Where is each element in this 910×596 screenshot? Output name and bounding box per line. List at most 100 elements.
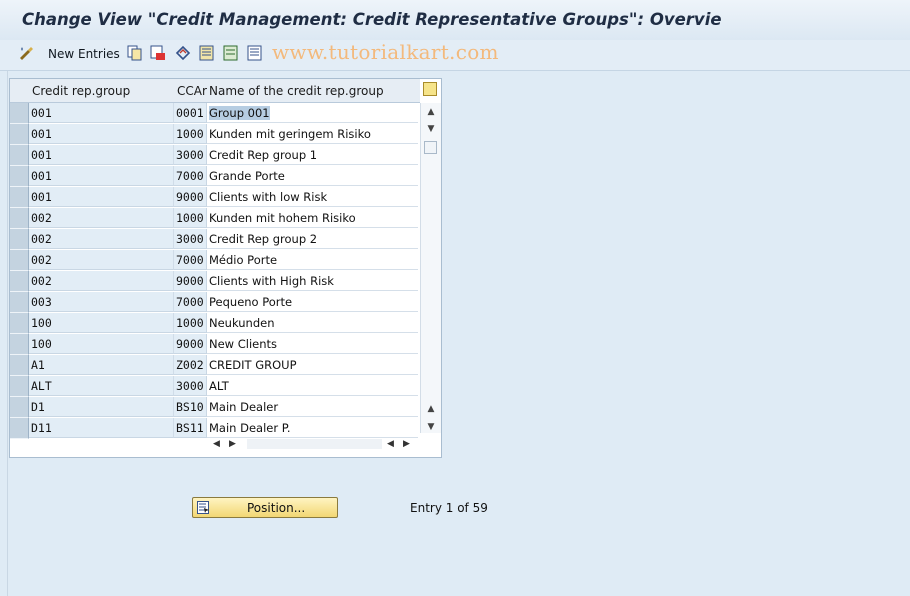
cell-name[interactable]: New Clients bbox=[207, 334, 418, 354]
position-button[interactable]: Position... bbox=[192, 497, 338, 518]
table-row[interactable]: 002 3000 Credit Rep group 2 bbox=[10, 229, 420, 250]
cell-name[interactable]: Main Dealer bbox=[207, 397, 418, 417]
cell-name[interactable]: Kunden mit hohem Risiko bbox=[207, 208, 418, 228]
cell-name[interactable]: ALT bbox=[207, 376, 418, 396]
credit-rep-groups-table: Credit rep.group CCAr Name of the credit… bbox=[9, 78, 442, 458]
cell-name[interactable]: Grande Porte bbox=[207, 166, 418, 186]
window-title: Change View "Credit Management: Credit R… bbox=[22, 10, 722, 29]
table-row[interactable]: 002 1000 Kunden mit hohem Risiko bbox=[10, 208, 420, 229]
cell-ccar: 7000 bbox=[174, 250, 207, 270]
cell-ccar: BS10 bbox=[174, 397, 207, 417]
column-header-name[interactable]: Name of the credit rep.group bbox=[209, 84, 384, 98]
scroll-right-end-icon[interactable]: ▶ bbox=[403, 439, 410, 449]
table-row[interactable]: 001 3000 Credit Rep group 1 bbox=[10, 145, 420, 166]
cell-name[interactable]: Clients with High Risk bbox=[207, 271, 418, 291]
row-selector[interactable] bbox=[10, 103, 29, 124]
cell-name-text: ALT bbox=[209, 379, 229, 393]
row-selector[interactable] bbox=[10, 229, 29, 250]
title-bar: Change View "Credit Management: Credit R… bbox=[0, 0, 910, 40]
row-selector[interactable] bbox=[10, 187, 29, 208]
table-row[interactable]: 001 0001 Group 001 bbox=[10, 103, 420, 124]
row-selector[interactable] bbox=[10, 124, 29, 145]
cell-name[interactable]: Kunden mit geringem Risiko bbox=[207, 124, 418, 144]
delete-icon[interactable] bbox=[150, 45, 166, 61]
cell-ccar: BS11 bbox=[174, 418, 207, 438]
horizontal-scrollbar[interactable]: ◀ ▶ ◀ ▶ bbox=[207, 435, 420, 453]
application-toolbar: New Entries www.tutorialkart.com bbox=[0, 40, 910, 71]
deselect-all-icon[interactable] bbox=[247, 45, 263, 61]
cell-name[interactable]: Pequeno Porte bbox=[207, 292, 418, 312]
table-row[interactable]: A1 Z002 CREDIT GROUP bbox=[10, 355, 420, 376]
row-selector[interactable] bbox=[10, 271, 29, 292]
row-selector[interactable] bbox=[10, 166, 29, 187]
cell-credit-rep-group: 001 bbox=[29, 166, 174, 186]
scroll-right-icon[interactable]: ▶ bbox=[229, 439, 236, 449]
table-row[interactable]: D1 BS10 Main Dealer bbox=[10, 397, 420, 418]
cell-credit-rep-group: 002 bbox=[29, 208, 174, 228]
cell-name[interactable]: Group 001 bbox=[207, 103, 418, 123]
table-row[interactable]: 100 9000 New Clients bbox=[10, 334, 420, 355]
row-selector[interactable] bbox=[10, 145, 29, 166]
entry-counter: Entry 1 of 59 bbox=[410, 501, 488, 515]
table-row[interactable]: 100 1000 Neukunden bbox=[10, 313, 420, 334]
row-selector[interactable] bbox=[10, 376, 29, 397]
cell-ccar: 1000 bbox=[174, 313, 207, 333]
cell-credit-rep-group: 001 bbox=[29, 124, 174, 144]
row-selector[interactable] bbox=[10, 355, 29, 376]
select-all-icon[interactable] bbox=[199, 45, 215, 61]
row-selector[interactable] bbox=[10, 250, 29, 271]
table-row[interactable]: 002 7000 Médio Porte bbox=[10, 250, 420, 271]
cell-ccar: 1000 bbox=[174, 124, 207, 144]
table-row[interactable]: 001 9000 Clients with low Risk bbox=[10, 187, 420, 208]
select-block-icon[interactable] bbox=[223, 45, 239, 61]
cell-name[interactable]: Clients with low Risk bbox=[207, 187, 418, 207]
cell-name-text: Grande Porte bbox=[209, 169, 285, 183]
cell-name-text: New Clients bbox=[209, 337, 278, 351]
row-selector[interactable] bbox=[10, 397, 29, 418]
cell-ccar: 9000 bbox=[174, 187, 207, 207]
cell-credit-rep-group: A1 bbox=[29, 355, 174, 375]
cell-credit-rep-group: 100 bbox=[29, 334, 174, 354]
scroll-page-up-icon[interactable]: ▲ bbox=[425, 403, 437, 415]
cell-name[interactable]: CREDIT GROUP bbox=[207, 355, 418, 375]
cell-name[interactable]: Neukunden bbox=[207, 313, 418, 333]
row-selector[interactable] bbox=[10, 292, 29, 313]
table-row[interactable]: 001 1000 Kunden mit geringem Risiko bbox=[10, 124, 420, 145]
cell-name-text: Group 001 bbox=[209, 106, 270, 120]
cell-name[interactable]: Médio Porte bbox=[207, 250, 418, 270]
cell-name-text: Pequeno Porte bbox=[209, 295, 293, 309]
column-header-credit-rep-group[interactable]: Credit rep.group bbox=[32, 84, 130, 98]
new-entries-button[interactable]: New Entries bbox=[48, 47, 120, 61]
cell-credit-rep-group: ALT bbox=[29, 376, 174, 396]
cell-name-text: Kunden mit geringem Risiko bbox=[209, 127, 371, 141]
column-header-ccar[interactable]: CCAr bbox=[177, 84, 207, 98]
cell-credit-rep-group: 003 bbox=[29, 292, 174, 312]
vertical-scrollbar[interactable]: ▲ ▼ ▲ ▼ bbox=[420, 103, 441, 433]
table-row[interactable]: 003 7000 Pequeno Porte bbox=[10, 292, 420, 313]
cell-name[interactable]: Credit Rep group 2 bbox=[207, 229, 418, 249]
edit-icon[interactable] bbox=[18, 45, 34, 61]
cell-name-text: Credit Rep group 2 bbox=[209, 232, 318, 246]
scroll-track[interactable] bbox=[247, 439, 382, 449]
row-selector[interactable] bbox=[10, 334, 29, 355]
cell-ccar: 7000 bbox=[174, 166, 207, 186]
scroll-left-icon[interactable]: ◀ bbox=[213, 439, 220, 449]
table-row[interactable]: 001 7000 Grande Porte bbox=[10, 166, 420, 187]
cell-name[interactable]: Credit Rep group 1 bbox=[207, 145, 418, 165]
table-row[interactable]: 002 9000 Clients with High Risk bbox=[10, 271, 420, 292]
table-settings-icon[interactable] bbox=[423, 82, 437, 96]
scroll-up-icon[interactable]: ▲ bbox=[425, 106, 437, 118]
scroll-page-down-icon[interactable]: ▼ bbox=[425, 421, 437, 433]
cell-credit-rep-group: 001 bbox=[29, 103, 174, 123]
row-selector[interactable] bbox=[10, 208, 29, 229]
cell-ccar: 9000 bbox=[174, 271, 207, 291]
table-row[interactable]: ALT 3000 ALT bbox=[10, 376, 420, 397]
scroll-thumb[interactable] bbox=[424, 141, 437, 154]
cell-name-text: Clients with High Risk bbox=[209, 274, 334, 288]
copy-icon[interactable] bbox=[127, 45, 143, 61]
row-selector[interactable] bbox=[10, 313, 29, 334]
scroll-down-icon[interactable]: ▼ bbox=[425, 123, 437, 135]
undo-icon[interactable] bbox=[175, 45, 191, 61]
scroll-left-end-icon[interactable]: ◀ bbox=[387, 439, 394, 449]
row-selector[interactable] bbox=[10, 418, 29, 439]
